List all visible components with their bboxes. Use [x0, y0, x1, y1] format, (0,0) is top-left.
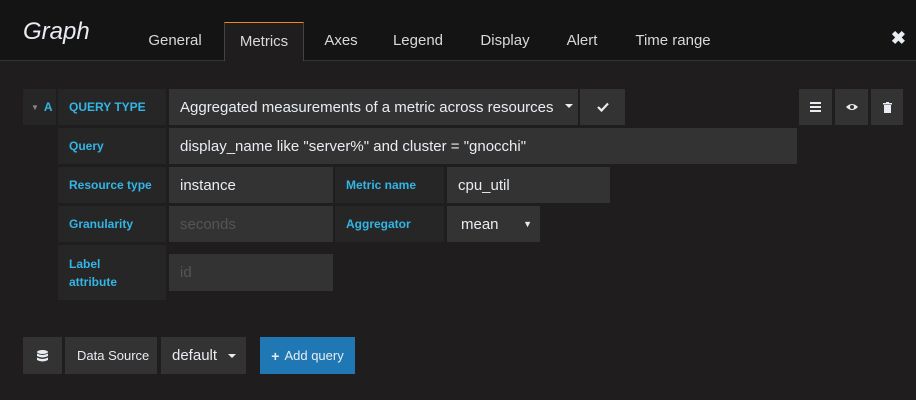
panel-title: Graph: [23, 18, 90, 45]
data-source-label: Data Source: [65, 337, 157, 374]
caret-down-icon: [565, 104, 573, 108]
tab-alert[interactable]: Alert: [553, 22, 611, 60]
add-query-button[interactable]: + Add query: [260, 337, 355, 374]
label-attribute-label-line2: attribute: [69, 274, 117, 289]
tab-time-range[interactable]: Time range: [622, 22, 724, 60]
tab-legend[interactable]: Legend: [380, 22, 456, 60]
checkmark-icon: [596, 102, 609, 112]
caret-down-icon: ▼: [523, 219, 532, 229]
granularity-input[interactable]: seconds: [169, 206, 333, 242]
toggle-visibility-button[interactable]: [835, 89, 868, 125]
aggregator-value: mean: [461, 215, 499, 233]
query-input[interactable]: display_name like "server%" and cluster …: [169, 128, 797, 164]
data-source-select[interactable]: default: [161, 337, 246, 374]
database-icon: [37, 349, 48, 361]
query-type-value: Aggregated measurements of a metric acro…: [180, 98, 554, 116]
aggregator-label: Aggregator: [335, 206, 444, 242]
trash-icon: [882, 101, 892, 113]
resource-type-label: Resource type: [58, 167, 166, 203]
query-type-label: QUERY TYPE: [58, 89, 166, 125]
caret-down-icon: ▼: [31, 102, 39, 112]
query-menu-button[interactable]: [799, 89, 832, 125]
query-label: Query: [58, 128, 166, 164]
granularity-label: Granularity: [58, 206, 166, 242]
tab-axes[interactable]: Axes: [313, 22, 369, 60]
label-attribute-input[interactable]: id: [169, 254, 333, 291]
metric-name-label: Metric name: [335, 167, 444, 203]
metric-name-input[interactable]: cpu_util: [447, 167, 610, 203]
data-source-value: default: [172, 347, 218, 364]
tab-metrics[interactable]: Metrics: [224, 22, 304, 61]
caret-down-icon: [228, 354, 236, 358]
tab-general[interactable]: General: [135, 22, 215, 60]
aggregator-select[interactable]: mean ▼: [447, 206, 540, 242]
query-type-select[interactable]: Aggregated measurements of a metric acro…: [169, 89, 578, 125]
query-ref-id: A: [43, 100, 53, 114]
hamburger-icon: [810, 102, 821, 112]
resource-type-input[interactable]: instance: [169, 167, 333, 203]
label-attribute-label-line1: Label: [69, 256, 101, 271]
apply-query-button[interactable]: [580, 89, 625, 125]
query-collapse-toggle[interactable]: ▼ A: [23, 89, 56, 125]
remove-query-button[interactable]: [871, 89, 903, 125]
plus-icon: +: [271, 347, 280, 364]
label-attribute-label: Label attribute: [58, 245, 166, 300]
panel-editor-header: Graph General Metrics Axes Legend Displa…: [0, 0, 916, 61]
close-icon[interactable]: ✖: [891, 28, 906, 49]
eye-icon: [845, 104, 858, 110]
add-query-label: Add query: [284, 348, 344, 363]
data-source-icon-button: [23, 337, 62, 374]
tab-display[interactable]: Display: [468, 22, 542, 60]
